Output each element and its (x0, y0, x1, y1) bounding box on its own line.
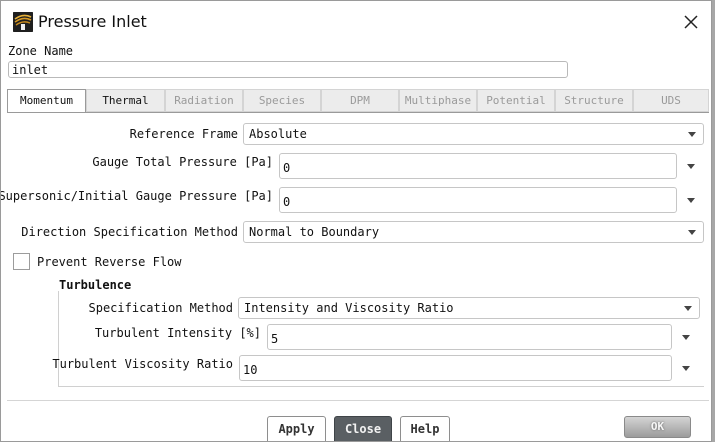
viscosity-ratio-label: Turbulent Viscosity Ratio (52, 357, 233, 371)
initial-gauge-pressure-dropdown[interactable] (683, 190, 699, 210)
initial-gauge-pressure-label: Supersonic/Initial Gauge Pressure [Pa] (0, 189, 273, 203)
direction-method-value: Normal to Boundary (249, 225, 380, 239)
chevron-down-icon (682, 335, 690, 340)
ok-button[interactable]: OK (624, 416, 691, 438)
chevron-down-icon (684, 306, 692, 311)
help-button[interactable]: Help (400, 416, 450, 441)
direction-method-select[interactable]: Normal to Boundary (243, 221, 704, 243)
spec-method-select[interactable]: Intensity and Viscosity Ratio (238, 297, 700, 319)
close-button[interactable]: Close (334, 416, 392, 441)
tab-uds[interactable]: UDS (633, 89, 709, 112)
tab-species[interactable]: Species (243, 89, 321, 112)
chevron-down-icon (688, 230, 696, 235)
fluent-logo-icon (13, 12, 33, 32)
zone-name-label: Zone Name (8, 44, 74, 58)
spec-method-label: Specification Method (88, 301, 234, 315)
reference-frame-select[interactable]: Absolute (243, 123, 704, 145)
gauge-total-pressure-dropdown[interactable] (683, 156, 699, 176)
footer-divider (7, 400, 709, 401)
gauge-total-pressure-input[interactable]: 0 (279, 153, 677, 179)
close-icon[interactable] (680, 11, 702, 33)
viscosity-ratio-input[interactable]: 10 (239, 355, 672, 381)
apply-button[interactable]: Apply (267, 416, 326, 441)
chevron-down-icon (682, 366, 690, 371)
tab-dpm[interactable]: DPM (321, 89, 399, 112)
tab-momentum[interactable]: Momentum (7, 89, 86, 113)
chevron-down-icon (688, 132, 696, 137)
tab-thermal[interactable]: Thermal (86, 89, 165, 112)
turbulent-intensity-label: Turbulent Intensity [%] (94, 326, 261, 340)
zone-name-input[interactable]: inlet (8, 61, 568, 78)
chevron-down-icon (687, 164, 695, 169)
turbulent-intensity-dropdown[interactable] (678, 327, 694, 347)
prevent-reverse-flow-label: Prevent Reverse Flow (37, 255, 182, 269)
tab-radiation[interactable]: Radiation (165, 89, 243, 112)
spec-method-value: Intensity and Viscosity Ratio (244, 301, 454, 315)
tab-strip: Momentum Thermal Radiation Species DPM M… (7, 89, 709, 113)
initial-gauge-pressure-input[interactable]: 0 (279, 187, 677, 213)
prevent-reverse-flow-checkbox[interactable] (13, 253, 30, 270)
turbulence-group-title: Turbulence (59, 278, 132, 292)
turbulent-intensity-input[interactable]: 5 (267, 324, 672, 350)
window-title: Pressure Inlet (38, 12, 147, 31)
tab-potential[interactable]: Potential (477, 89, 555, 112)
viscosity-ratio-dropdown[interactable] (678, 358, 694, 378)
chevron-down-icon (687, 198, 695, 203)
direction-method-label: Direction Specification Method (21, 225, 238, 239)
reference-frame-value: Absolute (249, 127, 307, 141)
gauge-total-pressure-label: Gauge Total Pressure [Pa] (92, 155, 273, 169)
reference-frame-label: Reference Frame (129, 127, 238, 141)
tab-multiphase[interactable]: Multiphase (399, 89, 477, 112)
pressure-inlet-dialog: Pressure Inlet Zone Name inlet Momentum … (0, 0, 712, 442)
title-bar: Pressure Inlet (1, 1, 711, 41)
tab-structure[interactable]: Structure (555, 89, 633, 112)
